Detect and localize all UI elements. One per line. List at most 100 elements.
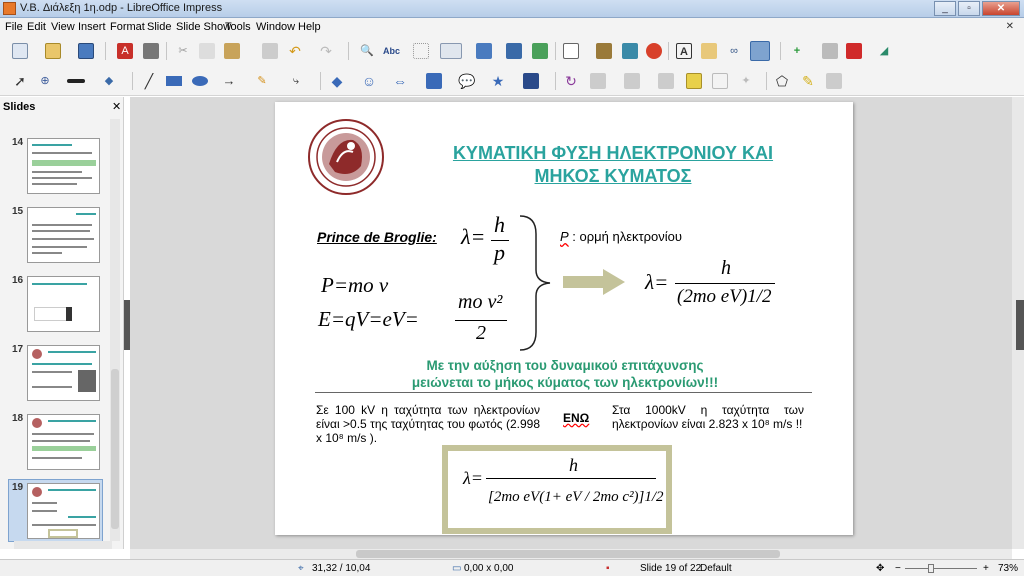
eq-lambda-lhs: λ=	[461, 224, 486, 249]
canvas-hscrollbar[interactable]	[130, 549, 1012, 559]
export-pdf-icon[interactable]: A	[117, 43, 133, 59]
find-replace-icon[interactable]: 🔍	[359, 43, 375, 59]
toggle-extrusion-icon[interactable]	[826, 73, 842, 89]
slide-thumbnail-19[interactable]	[27, 483, 100, 539]
minimize-button[interactable]: _	[934, 1, 956, 16]
slides-pane-hscrollbar[interactable]	[14, 541, 112, 549]
crop-icon[interactable]	[712, 73, 728, 89]
print-icon[interactable]	[143, 43, 159, 59]
glue-points-icon[interactable]: ✎	[800, 73, 816, 89]
drawing-toolbar: ➚ ⊕ ◆ ╱ → ✎ ⤷ ◆ ☺ ⇔ 💬 ★ ↻ ✦ ⬠ ✎	[0, 66, 1024, 96]
start-slideshow-icon[interactable]	[506, 43, 522, 59]
paste-icon[interactable]	[224, 43, 240, 59]
curve-tool-icon[interactable]: ✎	[254, 73, 270, 89]
lines-arrows-icon[interactable]: →	[221, 73, 237, 89]
media-icon[interactable]	[622, 43, 638, 59]
menu-format[interactable]: Format	[110, 21, 145, 33]
table-icon[interactable]	[563, 43, 579, 59]
connector-icon[interactable]: ⤷	[288, 73, 304, 89]
zoom-in-icon[interactable]: +	[983, 563, 989, 574]
basic-shapes-icon[interactable]: ◆	[329, 73, 345, 89]
text-box-icon[interactable]: A	[676, 43, 692, 59]
zoom-slider-thumb[interactable]	[928, 564, 934, 573]
image-icon[interactable]	[596, 43, 612, 59]
hyperlink-icon[interactable]: ∞	[726, 43, 742, 59]
restore-button[interactable]: ▫	[958, 1, 980, 16]
thumb-line	[32, 457, 82, 459]
line-color-icon[interactable]	[67, 79, 85, 83]
slide-thumbnail-17[interactable]	[27, 345, 100, 401]
select-arrow-icon[interactable]: ➚	[12, 73, 28, 89]
size-icon: ▭	[452, 563, 462, 574]
zoom-pan-icon[interactable]: ⊕	[37, 73, 53, 89]
close-window-button[interactable]: ✕	[982, 1, 1020, 16]
delete-slide-icon[interactable]	[846, 43, 862, 59]
menu-tools[interactable]: Tools	[225, 21, 251, 33]
menu-help[interactable]: Help	[298, 21, 321, 33]
master-layout[interactable]: Default	[700, 563, 732, 574]
zoom-fit-icon[interactable]: ✥	[876, 563, 884, 574]
spelling-icon[interactable]: Abc	[383, 43, 400, 59]
arrange-icon[interactable]	[624, 73, 640, 89]
zoom-slider[interactable]	[905, 568, 977, 569]
menu-view[interactable]: View	[51, 21, 75, 33]
rotate-icon[interactable]: ↻	[563, 73, 579, 89]
undo-icon[interactable]: ↶	[287, 43, 303, 59]
menu-slide-show[interactable]: Slide Show	[176, 21, 231, 33]
clone-formatting-icon[interactable]	[262, 43, 278, 59]
shadow-icon[interactable]	[686, 73, 702, 89]
collapse-sidebar-handle[interactable]	[1016, 300, 1024, 350]
menu-window[interactable]: Window	[256, 21, 295, 33]
slides-pane-scrollbar[interactable]	[110, 119, 120, 541]
cut-icon[interactable]: ✂	[175, 43, 191, 59]
points-toggle-icon[interactable]	[750, 41, 770, 61]
display-views-icon[interactable]	[440, 43, 462, 59]
close-pane-icon[interactable]: ✕	[112, 100, 121, 113]
menu-insert[interactable]: Insert	[78, 21, 106, 33]
distribute-icon[interactable]	[658, 73, 674, 89]
menu-bar: File Edit View Insert Format Slide Slide…	[0, 18, 1024, 36]
menu-slide[interactable]: Slide	[147, 21, 171, 33]
slide-thumbnail-18[interactable]	[27, 414, 100, 470]
chart-icon[interactable]	[646, 43, 662, 59]
slideshow-current-icon[interactable]	[532, 43, 548, 59]
points-icon[interactable]: ⬠	[774, 73, 790, 89]
close-document-icon[interactable]: ✕	[1006, 21, 1014, 32]
scrollbar-thumb[interactable]	[356, 550, 780, 558]
slide-19[interactable]: ΚΥΜΑΤΙΚΗ ΦΥΣΗ ΗΛΕΚΤΡΟΝΙΟΥ ΚΑΙ ΜΗΚΟΣ ΚΥΜΑ…	[275, 102, 853, 535]
slide-thumbnail-16[interactable]	[27, 276, 100, 332]
slide-thumbnail-14[interactable]	[27, 138, 100, 194]
callouts-icon[interactable]: 💬	[458, 73, 475, 89]
modified-icon[interactable]: ▪	[606, 563, 610, 574]
line-tool-icon[interactable]: ╱	[141, 73, 157, 89]
scrollbar-thumb[interactable]	[111, 369, 119, 529]
stars-icon[interactable]: ★	[490, 73, 506, 89]
new-document-icon[interactable]	[12, 43, 28, 59]
align-icon[interactable]	[590, 73, 606, 89]
ellipse-tool-icon[interactable]	[192, 76, 208, 86]
block-arrows-icon[interactable]: ⇔	[392, 73, 408, 89]
redo-icon[interactable]: ↷	[318, 43, 334, 59]
new-slide-icon[interactable]: +	[789, 43, 805, 59]
filter-icon[interactable]: ✦	[738, 73, 754, 89]
master-slide-icon[interactable]	[476, 43, 492, 59]
symbol-shapes-icon[interactable]: ☺	[361, 73, 377, 89]
grid-icon[interactable]	[413, 43, 429, 59]
copy-icon[interactable]	[199, 43, 215, 59]
slide-thumbnail-15[interactable]	[27, 207, 100, 263]
save-icon[interactable]	[78, 43, 94, 59]
slide-number: 17	[12, 344, 24, 355]
fontwork-icon[interactable]	[701, 43, 717, 59]
collapse-slides-pane-handle[interactable]	[124, 300, 130, 350]
fill-color-icon[interactable]: ◆	[101, 73, 117, 89]
menu-edit[interactable]: Edit	[27, 21, 46, 33]
menu-file[interactable]: File	[5, 21, 23, 33]
zoom-level[interactable]: 73%	[998, 563, 1018, 574]
3d-objects-icon[interactable]	[523, 73, 539, 89]
flowchart-icon[interactable]	[426, 73, 442, 89]
slide-layout-icon[interactable]: ◢	[876, 43, 892, 59]
open-folder-icon[interactable]	[45, 43, 61, 59]
zoom-out-icon[interactable]: −	[895, 563, 901, 574]
rectangle-tool-icon[interactable]	[166, 76, 182, 86]
duplicate-slide-icon[interactable]	[822, 43, 838, 59]
